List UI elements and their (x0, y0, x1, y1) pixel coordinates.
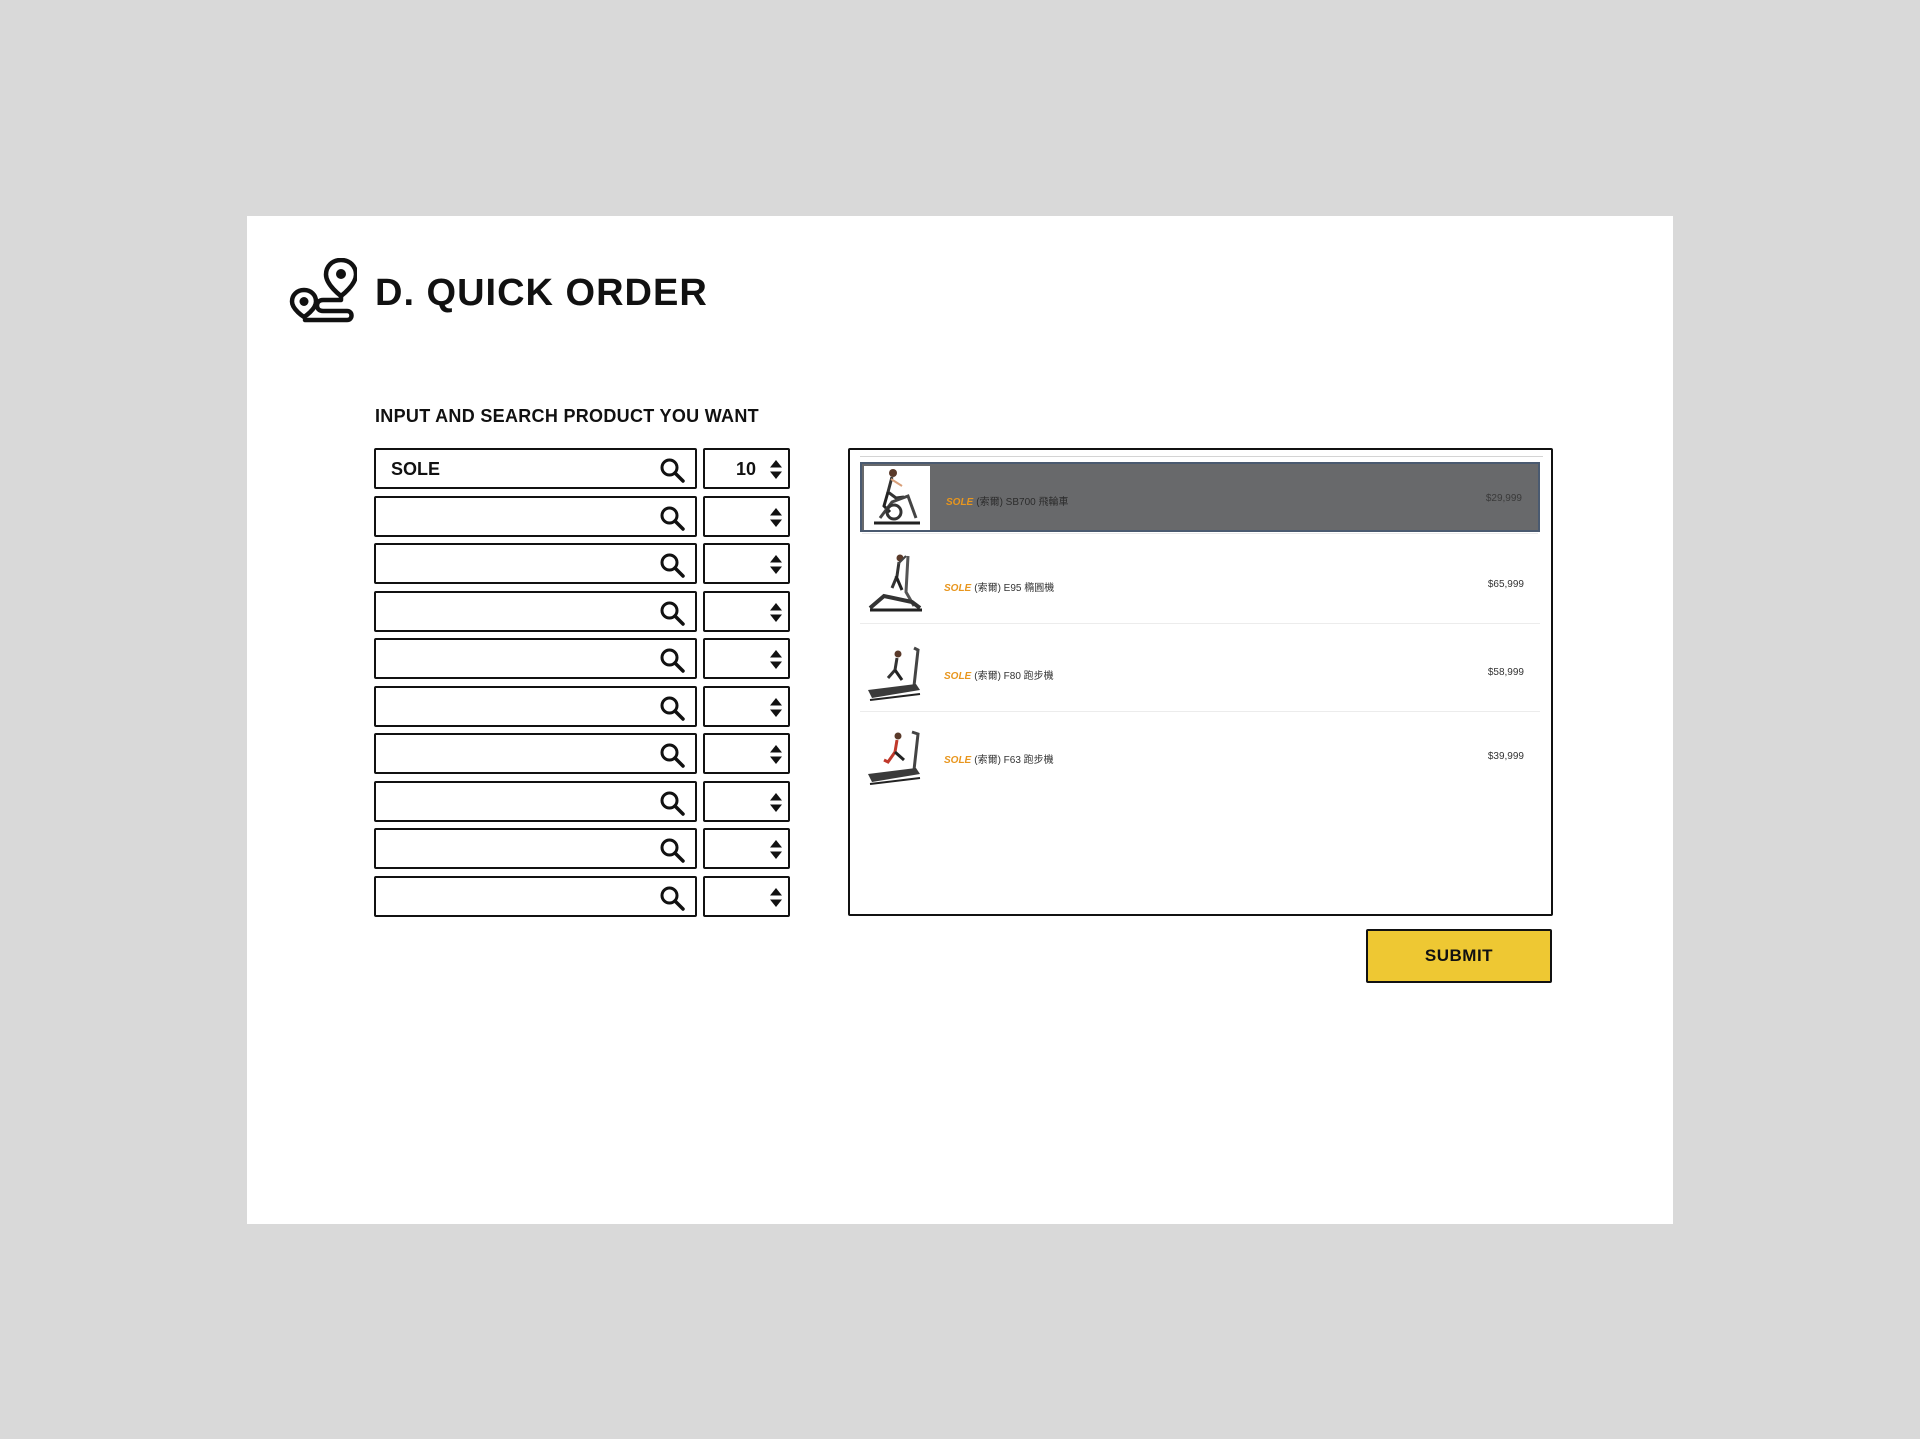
elliptical-icon (862, 552, 928, 616)
search-icon[interactable] (659, 885, 685, 911)
result-brand: SOLE (946, 497, 974, 508)
result-divider (860, 623, 1540, 624)
spinner-arrows-icon[interactable] (770, 697, 782, 717)
spinner-arrows-icon[interactable] (770, 507, 782, 527)
result-divider (862, 533, 1538, 534)
order-rows: SOLE 10 (374, 448, 790, 923)
result-brand: SOLE (944, 671, 972, 682)
result-price: $58,999 (1487, 667, 1524, 678)
quantity-stepper[interactable] (703, 685, 790, 727)
product-search-input[interactable] (374, 780, 697, 822)
product-search-input[interactable] (374, 543, 697, 584)
result-divider (860, 711, 1540, 712)
quantity-stepper[interactable] (703, 828, 790, 869)
quantity-stepper[interactable] (703, 875, 790, 917)
spinner-arrows-icon[interactable] (770, 840, 782, 859)
quantity-value: 10 (735, 459, 756, 479)
quantity-stepper[interactable] (703, 638, 790, 679)
result-item[interactable]: SOLE (索爾) F63 跑步機 $39,999 (860, 722, 1540, 792)
order-row (374, 638, 790, 679)
spinner-arrows-icon[interactable] (770, 602, 782, 622)
search-icon[interactable] (659, 457, 685, 483)
spinner-arrows-icon[interactable] (770, 745, 782, 764)
submit-button[interactable]: SUBMIT (1366, 929, 1552, 983)
product-search-input[interactable] (374, 590, 697, 632)
quantity-stepper[interactable]: 10 (703, 448, 790, 489)
spin-bike-icon (864, 466, 930, 530)
result-product-name: (索爾) SB700 飛輪車 (976, 497, 1069, 508)
treadmill-icon (862, 724, 928, 788)
result-name: SOLE (索爾) F80 跑步機 (944, 667, 1054, 682)
spinner-arrows-icon[interactable] (770, 887, 782, 907)
quantity-stepper[interactable] (703, 495, 790, 537)
results-divider (860, 456, 1543, 457)
result-item[interactable]: SOLE (索爾) SB700 飛輪車 $29,999 (860, 462, 1540, 534)
search-icon[interactable] (659, 552, 685, 578)
order-row (374, 828, 790, 869)
search-icon[interactable] (659, 647, 685, 673)
search-icon[interactable] (659, 505, 685, 531)
result-name: SOLE (索爾) E95 橢圓機 (944, 579, 1054, 594)
result-product-name: (索爾) E95 橢圓機 (974, 583, 1055, 594)
product-search-input[interactable] (374, 495, 697, 537)
order-row (374, 543, 790, 584)
order-row (374, 780, 790, 822)
product-search-input[interactable]: SOLE (374, 448, 697, 489)
order-row: SOLE 10 (374, 448, 790, 489)
result-brand: SOLE (944, 755, 972, 766)
spinner-arrows-icon[interactable] (770, 792, 782, 812)
order-row (374, 685, 790, 727)
result-item[interactable]: SOLE (索爾) E95 橢圓機 $65,999 (860, 550, 1540, 624)
result-item[interactable]: SOLE (索爾) F80 跑步機 $58,999 (860, 638, 1540, 712)
quantity-stepper[interactable] (703, 780, 790, 822)
search-icon[interactable] (659, 742, 685, 768)
product-search-input[interactable] (374, 733, 697, 774)
order-row (374, 733, 790, 774)
result-product-name: (索爾) F80 跑步機 (974, 671, 1054, 682)
product-search-input[interactable] (374, 685, 697, 727)
order-row (374, 590, 790, 632)
quantity-stepper[interactable] (703, 733, 790, 774)
result-name: SOLE (索爾) F63 跑步機 (944, 751, 1054, 766)
result-brand: SOLE (944, 583, 972, 594)
spinner-arrows-icon[interactable] (770, 555, 782, 574)
result-price: $29,999 (1485, 493, 1522, 504)
spinner-arrows-icon[interactable] (770, 460, 782, 479)
search-icon[interactable] (659, 695, 685, 721)
search-results-panel: SOLE (索爾) SB700 飛輪車 $29,999 SOLE (索爾) E95 … (848, 448, 1553, 916)
result-product-name: (索爾) F63 跑步機 (974, 755, 1054, 766)
search-icon[interactable] (659, 790, 685, 816)
treadmill-icon (862, 640, 928, 704)
product-search-input[interactable] (374, 875, 697, 917)
order-row (374, 495, 790, 537)
quantity-stepper[interactable] (703, 590, 790, 632)
product-search-input[interactable] (374, 828, 697, 869)
product-search-input[interactable] (374, 638, 697, 679)
spinner-arrows-icon[interactable] (770, 650, 782, 669)
result-price: $39,999 (1487, 751, 1524, 762)
result-price: $65,999 (1487, 579, 1524, 590)
search-icon[interactable] (659, 600, 685, 626)
search-icon[interactable] (659, 837, 685, 863)
section-title: INPUT AND SEARCH PRODUCT YOU WANT (375, 406, 759, 426)
search-input-value: SOLE (391, 459, 441, 479)
page-title: D. QUICK ORDER (375, 272, 708, 314)
quantity-stepper[interactable] (703, 543, 790, 584)
route-pin-icon (289, 258, 357, 323)
result-name: SOLE (索爾) SB700 飛輪車 (946, 493, 1068, 508)
order-row (374, 875, 790, 917)
quick-order-card: D. QUICK ORDER INPUT AND SEARCH PRODUCT … (247, 216, 1673, 1224)
